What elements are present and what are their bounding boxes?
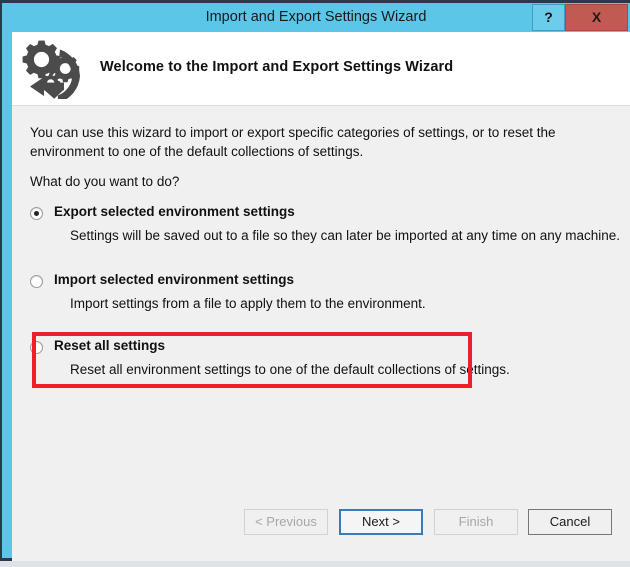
gears-refresh-icon xyxy=(20,37,92,103)
radio-export[interactable] xyxy=(30,207,43,220)
option-import-label: Import selected environment settings xyxy=(54,272,295,287)
help-button[interactable]: ? xyxy=(532,4,565,31)
radio-reset[interactable] xyxy=(30,341,43,354)
close-button[interactable]: X xyxy=(565,4,628,31)
option-import-row[interactable]: Import selected environment settings xyxy=(30,272,590,292)
intro-paragraph: You can use this wizard to import or exp… xyxy=(30,125,556,159)
finish-button[interactable]: Finish xyxy=(434,509,518,535)
option-reset-row[interactable]: Reset all settings xyxy=(30,338,590,358)
wizard-footer: < Previous Next > Finish Cancel xyxy=(12,505,630,561)
wizard-header-title: Welcome to the Import and Export Setting… xyxy=(100,59,454,75)
option-reset-label: Reset all settings xyxy=(54,338,166,353)
option-export-label: Export selected environment settings xyxy=(54,204,295,219)
cancel-button[interactable]: Cancel xyxy=(528,509,612,535)
option-import-description: Import settings from a file to apply the… xyxy=(70,296,426,311)
wizard-body: You can use this wizard to import or exp… xyxy=(12,106,630,561)
question-label: What do you want to do? xyxy=(30,174,180,189)
option-export-row[interactable]: Export selected environment settings xyxy=(30,204,590,224)
title-bar[interactable]: Import and Export Settings Wizard ? X xyxy=(2,3,630,32)
wizard-window: Import and Export Settings Wizard ? X We… xyxy=(0,0,630,561)
option-import-selected-environment-settings[interactable]: Import selected environment settings Imp… xyxy=(30,272,590,311)
radio-import[interactable] xyxy=(30,275,43,288)
previous-button[interactable]: < Previous xyxy=(244,509,328,535)
option-export-selected-environment-settings[interactable]: Export selected environment settings Set… xyxy=(30,204,620,243)
wizard-header: Welcome to the Import and Export Setting… xyxy=(12,32,630,106)
option-reset-description: Reset all environment settings to one of… xyxy=(70,362,510,377)
next-button[interactable]: Next > xyxy=(339,509,423,535)
option-reset-all-settings[interactable]: Reset all settings Reset all environment… xyxy=(30,338,590,377)
option-export-description: Settings will be saved out to a file so … xyxy=(70,228,621,243)
